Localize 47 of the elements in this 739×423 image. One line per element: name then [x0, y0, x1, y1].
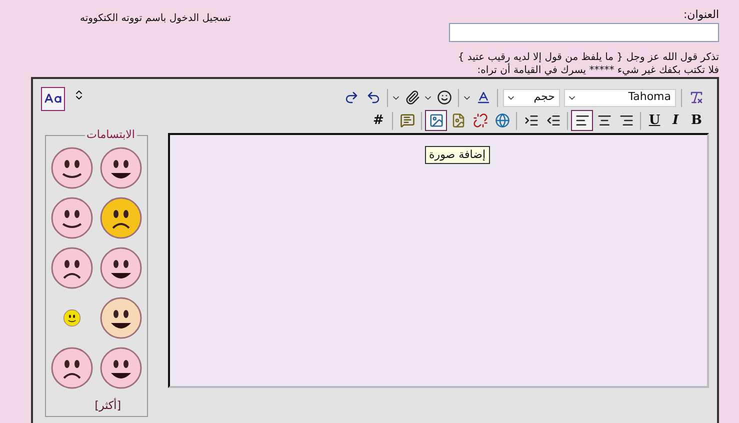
outdent-icon: [546, 113, 560, 128]
reminder-text: تذكر قول الله عز وجل { ما يلفظ من قول إلا لديه رقيب عتيد }: [456, 51, 719, 63]
more-link[interactable]: [أكثر]: [94, 398, 121, 414]
smiley-icon: [436, 90, 452, 105]
smilies-title: الابتسامات: [86, 127, 136, 143]
resize-icon[interactable]: [73, 89, 85, 101]
size-select[interactable]: حجم: [503, 88, 560, 106]
image-button[interactable]: [425, 110, 447, 131]
format-button[interactable]: B: [686, 110, 707, 131]
emoticon-icon[interactable]: [50, 346, 94, 390]
emoticon-icon[interactable]: [98, 196, 143, 240]
paperclip-icon: [404, 90, 420, 105]
emoticon-icon[interactable]: [98, 346, 143, 390]
globe-icon: [494, 113, 510, 128]
emoticon-icon[interactable]: [98, 146, 143, 190]
comment-icon: [400, 113, 414, 128]
redo-icon: [344, 90, 358, 105]
remove-format-icon: [688, 90, 704, 105]
align-left-icon: [574, 113, 590, 128]
align-right-icon: [618, 113, 634, 128]
select-value: Tahoma: [627, 89, 672, 106]
image-icon: [428, 113, 444, 128]
image-file-icon: [450, 113, 466, 128]
title-input[interactable]: [449, 23, 719, 42]
format-button[interactable]: I: [665, 110, 686, 131]
emoticon-icon[interactable]: [50, 246, 94, 290]
emoticon-icon[interactable]: [98, 246, 143, 290]
title-label: العنوان:: [683, 8, 719, 22]
unlink-icon: [472, 113, 488, 128]
emoticon-icon[interactable]: [98, 296, 143, 340]
align-center-icon: [596, 113, 612, 128]
login-status-text: تسجيل الدخول باسم تووته الكتكووته: [80, 12, 231, 26]
emoticon-icon[interactable]: [50, 196, 94, 240]
align-left-button[interactable]: [571, 110, 593, 131]
text-color-icon: [476, 90, 490, 105]
undo-icon: [366, 90, 380, 105]
indent-icon: [524, 113, 538, 128]
format-button[interactable]: #: [368, 110, 389, 131]
font-select[interactable]: Tahoma: [564, 88, 676, 106]
emoticon-icon[interactable]: [63, 308, 82, 326]
reminder-text: فلا تكتب بكفك غير شيء ***** يسرك في القيامة أن تراه:: [476, 64, 719, 77]
tooltip: إضافة صورة: [425, 146, 490, 164]
select-value: حجم: [532, 89, 556, 106]
switch-mode-button[interactable]: [41, 87, 65, 111]
emoticon-icon[interactable]: [50, 146, 94, 190]
format-button[interactable]: U: [644, 110, 665, 131]
editor-area[interactable]: إضافة صورة: [168, 133, 709, 388]
